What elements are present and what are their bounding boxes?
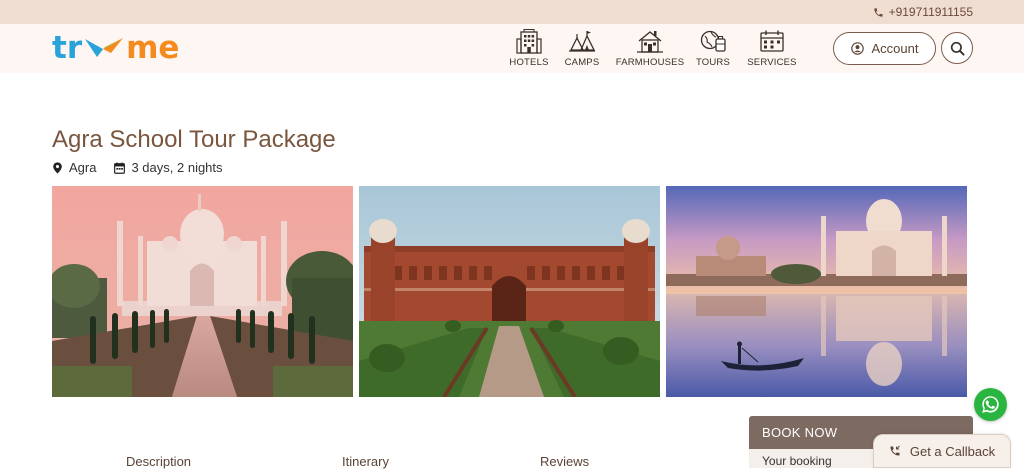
location-text: Agra — [69, 160, 97, 175]
account-button[interactable]: Account — [833, 32, 936, 65]
logo-text-end: me — [126, 30, 180, 66]
main-navbar: tr me HOTELS CAMPS FARMHOUSES TOURS SERV… — [0, 24, 1024, 73]
whatsapp-button[interactable] — [974, 388, 1007, 421]
page-title: Agra School Tour Package — [52, 126, 336, 153]
nav-label-farmhouses: FARMHOUSES — [615, 57, 685, 68]
camp-icon — [569, 31, 596, 52]
location-pin-icon — [53, 161, 62, 174]
taj-mahal-photo — [52, 186, 353, 397]
tour-duration: 3 days, 2 nights — [114, 160, 223, 175]
gallery-photo-2[interactable] — [359, 186, 660, 397]
phone-contact[interactable]: +919711911155 — [873, 5, 973, 19]
nav-item-services[interactable]: SERVICES — [737, 28, 807, 68]
tab-itinerary[interactable]: Itinerary — [342, 454, 389, 469]
tab-description[interactable]: Description — [126, 454, 191, 469]
hotel-icon — [516, 29, 542, 54]
nav-menu: HOTELS CAMPS FARMHOUSES TOURS SERVICES — [505, 28, 807, 68]
detail-tabs: Description Itinerary Reviews — [0, 452, 700, 472]
phone-callback-icon — [890, 445, 900, 456]
tour-meta: Agra 3 days, 2 nights — [52, 160, 241, 175]
nav-item-hotels[interactable]: HOTELS — [505, 28, 553, 68]
whatsapp-icon — [982, 396, 999, 413]
taj-mahal-river-photo — [666, 186, 967, 397]
gallery-photo-3[interactable] — [666, 186, 967, 397]
search-icon — [950, 41, 965, 56]
calendar-icon — [114, 162, 126, 174]
search-button[interactable] — [941, 32, 973, 64]
phone-icon — [873, 7, 883, 17]
nav-label-camps: CAMPS — [564, 57, 600, 68]
nav-item-camps[interactable]: CAMPS — [553, 28, 611, 68]
top-bar: +919711911155 — [0, 0, 1024, 24]
farmhouse-icon — [637, 31, 663, 53]
get-callback-button[interactable]: Get a Callback — [873, 434, 1011, 468]
logo-v-mark-icon — [85, 38, 124, 57]
nav-label-services: SERVICES — [747, 57, 797, 68]
nav-label-tours: TOURS — [695, 57, 731, 68]
nav-item-farmhouses[interactable]: FARMHOUSES — [611, 28, 689, 68]
site-logo[interactable]: tr me — [52, 30, 179, 66]
phone-number[interactable]: +919711911155 — [889, 5, 973, 19]
duration-text: 3 days, 2 nights — [131, 160, 223, 175]
tour-icon — [700, 30, 726, 52]
agra-fort-photo — [359, 186, 660, 397]
services-icon — [760, 30, 784, 52]
account-label: Account — [871, 41, 919, 56]
photo-gallery — [52, 186, 967, 397]
tab-reviews[interactable]: Reviews — [540, 454, 589, 469]
nav-label-hotels: HOTELS — [509, 57, 549, 68]
user-icon — [850, 42, 864, 55]
gallery-photo-1[interactable] — [52, 186, 353, 397]
tour-location: Agra — [52, 160, 96, 175]
logo-text-start: tr — [52, 30, 83, 66]
nav-item-tours[interactable]: TOURS — [689, 28, 737, 68]
callback-label: Get a Callback — [909, 443, 996, 459]
